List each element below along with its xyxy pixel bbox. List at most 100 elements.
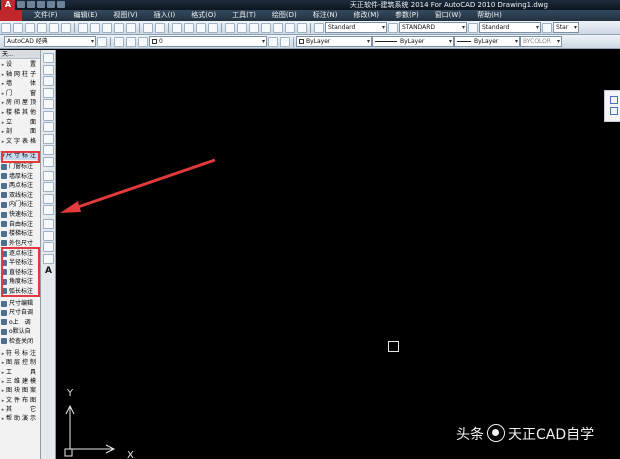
menu-command[interactable]: 双线标注	[0, 191, 40, 200]
text-style-select[interactable]: Standard	[325, 22, 387, 33]
zoom-window-icon[interactable]	[196, 22, 206, 33]
menu-command[interactable]: 直径标注	[0, 268, 40, 277]
zoom-nav-icon[interactable]	[610, 107, 618, 115]
undo-icon[interactable]	[47, 1, 55, 8]
menu-command[interactable]: o上 调	[0, 318, 40, 327]
point-icon[interactable]	[43, 205, 54, 215]
workspace-settings-icon[interactable]	[97, 36, 107, 47]
publish-icon[interactable]	[61, 22, 71, 33]
plotstyle-select[interactable]: BYCOLOR	[520, 36, 562, 47]
redo-icon[interactable]	[57, 1, 65, 8]
layer-previous-icon[interactable]	[280, 36, 290, 47]
menu-category[interactable]: ▸ 符号标注	[0, 349, 40, 358]
insert-block-icon[interactable]	[43, 182, 54, 192]
arc-icon[interactable]	[43, 110, 54, 121]
calculator-icon[interactable]	[285, 22, 295, 33]
dim-style-select[interactable]: STANDARD	[399, 22, 467, 33]
spline-icon[interactable]	[43, 145, 54, 155]
menu-category[interactable]: ▸ 帮助演示	[0, 414, 40, 423]
zoom-realtime-icon[interactable]	[184, 22, 194, 33]
menu-item[interactable]: 工具(T)	[224, 10, 264, 21]
line-icon[interactable]	[43, 53, 54, 63]
block-editor-icon[interactable]	[126, 22, 136, 33]
revision-cloud-icon[interactable]	[43, 133, 54, 144]
menu-category[interactable]: ▸ 房间屋顶	[0, 98, 40, 107]
ellipse-arc-icon[interactable]	[43, 170, 54, 181]
menu-item[interactable]: 文件(F)	[26, 10, 66, 21]
menu-command[interactable]: 两点标注	[0, 181, 40, 190]
make-current-layer-icon[interactable]	[268, 36, 278, 47]
navigation-bar[interactable]	[604, 90, 620, 122]
new-icon[interactable]	[1, 22, 11, 33]
menu-category[interactable]: ▸ 其 它	[0, 405, 40, 414]
menu-command[interactable]: 外包尺寸	[0, 239, 40, 248]
menu-command[interactable]: 逐点标注	[0, 249, 40, 258]
save-icon[interactable]	[25, 22, 35, 33]
help-icon[interactable]	[297, 22, 307, 33]
menu-command[interactable]: 尺寸自调	[0, 308, 40, 317]
menu-category[interactable]: ▸ 图块图案	[0, 386, 40, 395]
copy-icon[interactable]	[90, 22, 100, 33]
save-icon[interactable]	[37, 1, 45, 8]
menu-category[interactable]: ▸ 图层控制	[0, 358, 40, 367]
menu-command[interactable]: 墙厚标注	[0, 172, 40, 181]
layer-manager-icon[interactable]	[114, 36, 124, 47]
multileader-style-select[interactable]: Star	[553, 22, 579, 33]
menu-command[interactable]: 门窗标注	[0, 162, 40, 171]
lineweight-select[interactable]: ByLayer	[454, 36, 520, 47]
menu-category[interactable]: ▼尺寸标注	[0, 151, 40, 160]
make-block-icon[interactable]	[43, 193, 54, 204]
app-logo-icon[interactable]: A	[1, 0, 15, 10]
menu-command[interactable]: 弧长标注	[0, 287, 40, 296]
match-properties-icon[interactable]	[114, 22, 124, 33]
tool-palettes-icon[interactable]	[249, 22, 259, 33]
menu-category[interactable]: ▸ 工 具	[0, 368, 40, 377]
menu-item[interactable]: 帮助(H)	[469, 10, 510, 21]
properties-icon[interactable]	[225, 22, 235, 33]
rectangle-icon[interactable]	[43, 99, 54, 109]
polyline-icon[interactable]	[43, 76, 54, 86]
table-icon[interactable]	[43, 253, 54, 264]
menu-item[interactable]: 格式(O)	[183, 10, 224, 21]
menu-command[interactable]: o默认自	[0, 327, 40, 336]
menu-command[interactable]: 自由标注	[0, 220, 40, 229]
ellipse-icon[interactable]	[43, 156, 54, 167]
menu-item[interactable]: 修改(M)	[345, 10, 387, 21]
menu-command[interactable]: 角度标注	[0, 277, 40, 286]
menu-item[interactable]: 插入(I)	[146, 10, 184, 21]
pan-nav-icon[interactable]	[610, 96, 618, 104]
gradient-icon[interactable]	[43, 230, 54, 241]
menu-command[interactable]: 快速标注	[0, 210, 40, 219]
menu-category[interactable]: ▸ 文件布图	[0, 396, 40, 405]
menu-category[interactable]: ▸ 门 窗	[0, 89, 40, 98]
menu-item[interactable]: 编辑(E)	[66, 10, 106, 21]
menu-category[interactable]: ▸ 立 面	[0, 118, 40, 127]
menu-category[interactable]: ▸ 楼梯其他	[0, 108, 40, 117]
zoom-previous-icon[interactable]	[208, 22, 218, 33]
open-icon[interactable]	[13, 22, 23, 33]
circle-icon[interactable]	[43, 122, 54, 132]
menu-item[interactable]: 绘图(D)	[264, 10, 305, 21]
table-style-select[interactable]: Standard	[479, 22, 541, 33]
menu-command[interactable]: 检查关闭	[0, 337, 40, 346]
menu-category[interactable]: ▸ 设 置	[0, 60, 40, 69]
undo-icon[interactable]	[143, 22, 153, 33]
menu-item[interactable]: 标注(N)	[305, 10, 346, 21]
markup-icon[interactable]	[273, 22, 283, 33]
construction-line-icon[interactable]	[43, 64, 54, 75]
menu-command[interactable]: 内门标注	[0, 200, 40, 209]
menu-item[interactable]: 窗口(W)	[427, 10, 469, 21]
menu-category[interactable]: ▸ 剖 面	[0, 127, 40, 136]
linetype-select[interactable]: ByLayer	[372, 36, 454, 47]
hatch-icon[interactable]	[43, 219, 54, 229]
layer-select[interactable]: 0	[149, 36, 267, 47]
multiline-text-icon[interactable]: A	[43, 266, 54, 276]
menu-command[interactable]: 尺寸编辑	[0, 299, 40, 308]
color-select[interactable]: ByLayer	[296, 36, 372, 47]
menu-category[interactable]: ▸ 墙 体	[0, 79, 40, 88]
workspace-select[interactable]: AutoCAD 经典	[4, 36, 96, 47]
drawing-area[interactable]: Y X	[56, 50, 620, 459]
menu-category[interactable]: ▸ 三维建模	[0, 377, 40, 386]
menu-category[interactable]: ▸ 文字表格	[0, 137, 40, 146]
new-file-icon[interactable]	[17, 1, 25, 8]
